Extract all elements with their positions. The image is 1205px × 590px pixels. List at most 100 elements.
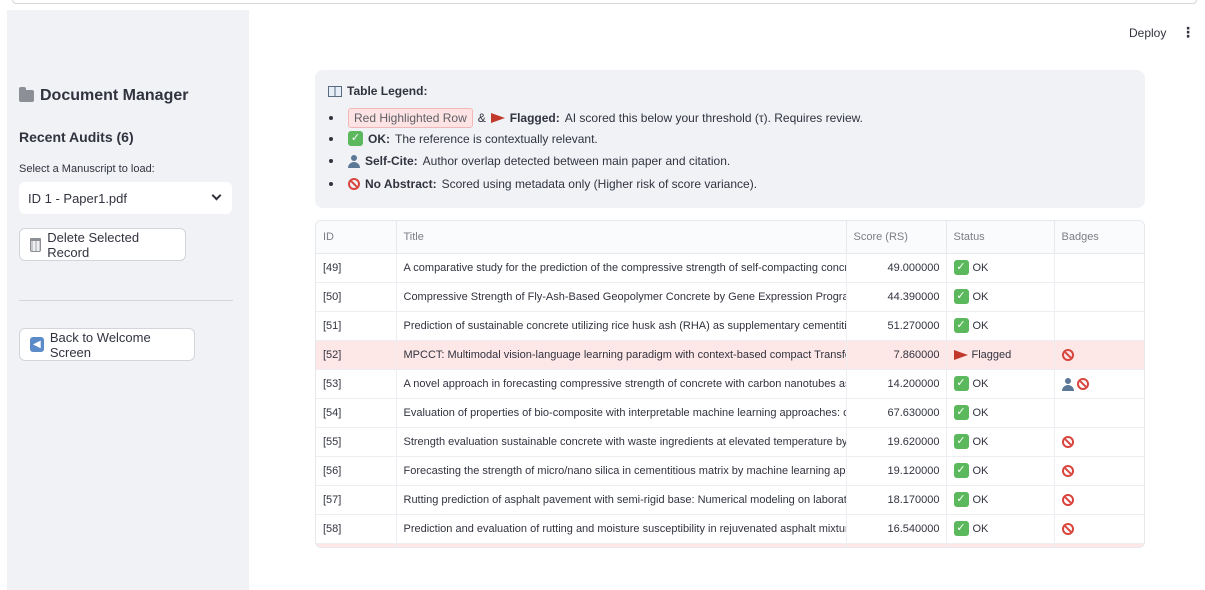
status-text: OK [972,406,989,419]
table-row[interactable]: [49] A comparative study for the predicti… [316,253,1144,283]
status-content: ✓ OK [953,492,1054,507]
book-icon [328,85,342,97]
no-abstract-icon [1061,436,1074,448]
cell-badges [1054,543,1144,547]
bullet [329,159,333,163]
cell-badges [1054,369,1145,399]
legend-ok-label: OK: [368,131,390,146]
table-legend: Table Legend: Red Highlighted Row & Flag… [315,70,1145,208]
cell-title: A comparative study for the prediction o… [396,253,847,283]
status-text: OK [972,464,989,477]
manuscript-select-value: ID 1 - Paper1.pdf [28,191,127,206]
back-to-welcome-button[interactable]: ◀ Back to Welcome Screen [19,328,195,361]
cell-badges [1054,311,1144,341]
status-content: Flagged [953,348,1054,361]
status-text: OK [972,261,989,274]
cell-title: Rutting prediction of asphalt pavement w… [396,485,847,515]
column-header-badges[interactable]: Badges [1054,221,1144,254]
badges-content [1062,412,1145,413]
table-row[interactable]: [51] Prediction of sustainable concrete u… [316,311,1144,341]
cell-id: [51] [316,311,397,341]
cell-id: [52] [316,340,397,370]
kebab-menu-icon[interactable]: ⋮ [1181,25,1195,41]
badges-content [1061,522,1145,535]
cell-badges [1054,485,1145,515]
self-cite-icon [1061,377,1074,391]
manuscript-select-label: Select a Manuscript to load: [19,163,155,175]
status-content: ✓ OK [953,318,1054,333]
cell-score: 67.630000 [846,398,947,428]
cell-title: Evaluation of properties of bio-composit… [396,398,847,428]
sidebar: Document Manager Recent Audits (6) Selec… [7,10,249,590]
cell-id: [55] [316,427,397,457]
status-text: OK [972,435,989,448]
status-text: OK [972,377,989,390]
status-content: ✓ OK [953,521,1054,536]
column-header-status[interactable]: Status [946,221,1055,254]
status-text: Flagged [971,348,1012,361]
audit-table[interactable]: ID Title Score (RS) Status Badges [49] A … [315,220,1145,548]
cell-score: 51.270000 [846,311,947,341]
delete-record-label: Delete Selected Record [47,229,140,260]
cell-score: 14.200000 [846,369,947,399]
deploy-button[interactable]: Deploy [1129,26,1166,40]
table-row[interactable] [316,543,1144,547]
cell-id: [57] [316,485,397,515]
table-row[interactable]: [50] Compressive Strength of Fly-Ash-Base… [316,282,1144,312]
cell-status: ✓ OK [946,427,1055,457]
badges-content [1061,377,1145,391]
legend-flagged-text: AI scored this below your threshold (τ).… [564,111,863,125]
cell-status: ✓ OK [946,485,1055,515]
legend-flagged-label: Flagged: [509,111,560,125]
delete-record-button[interactable]: Delete Selected Record [19,228,186,261]
table-row[interactable]: [55] Strength evaluation sustainable conc… [316,427,1144,457]
badges-content [1061,348,1145,361]
column-header-score[interactable]: Score (RS) [846,221,947,254]
cell-badges [1054,253,1144,283]
flag-icon [953,349,968,360]
no-abstract-icon [1061,523,1074,535]
no-abstract-icon [1061,349,1074,361]
no-entry-icon [348,178,360,190]
cell-badges [1054,427,1144,457]
table-row[interactable]: [58] Prediction and evaluation of rutting… [316,514,1145,544]
status-content: ✓ OK [953,260,1054,275]
cell-id: [54] [316,398,397,428]
status-text: OK [972,319,989,332]
table-row[interactable]: [52] MPCCT: Multimodal vision-language le… [316,340,1145,370]
status-text: OK [972,522,989,535]
manuscript-select[interactable]: ID 1 - Paper1.pdf [19,182,232,214]
toolbar-edge-left [12,0,612,4]
cell-status [946,543,1055,547]
no-abstract-icon [1076,378,1089,390]
audit-table-grid: ID Title Score (RS) Status Badges [49] A … [316,221,1145,547]
legend-selfcite-label: Self-Cite: [365,154,418,168]
cell-id: [49] [316,253,397,283]
cell-title: Forecasting the strength of micro/nano s… [396,456,847,486]
column-header-title[interactable]: Title [396,221,847,254]
cell-score: 7.860000 [846,340,947,370]
cell-title: Compressive Strength of Fly-Ash-Based Ge… [396,282,847,312]
table-row[interactable]: [54] Evaluation of properties of bio-comp… [316,398,1145,428]
cell-status: ✓ OK [946,282,1055,312]
legend-item-selfcite: Self-Cite: Author overlap detected betwe… [329,154,730,168]
cell-status: ✓ OK [946,253,1055,283]
column-header-id[interactable]: ID [316,221,397,254]
cell-score: 19.620000 [846,427,947,457]
badges-content [1061,464,1145,477]
cell-id: [56] [316,456,397,486]
cell-badges [1054,282,1144,312]
check-icon: ✓ [953,521,969,536]
table-row[interactable]: [53] A novel approach in forecasting comp… [316,369,1145,399]
legend-noabstract-text: Scored using metadata only (Higher risk … [441,177,758,191]
legend-title: Table Legend: [328,84,427,98]
check-icon: ✓ [953,492,969,507]
table-row[interactable]: [57] Rutting prediction of asphalt paveme… [316,485,1145,515]
chevron-down-icon [211,190,222,201]
cell-title: Strength evaluation sustainable concrete… [396,427,847,457]
legend-item-flagged: Red Highlighted Row & Flagged: AI scored… [329,108,863,128]
legend-noabstract-label: No Abstract: [365,177,437,191]
table-row[interactable]: [56] Forecasting the strength of micro/na… [316,456,1145,486]
badges-content [1061,493,1145,506]
legend-amp: & [477,111,486,125]
